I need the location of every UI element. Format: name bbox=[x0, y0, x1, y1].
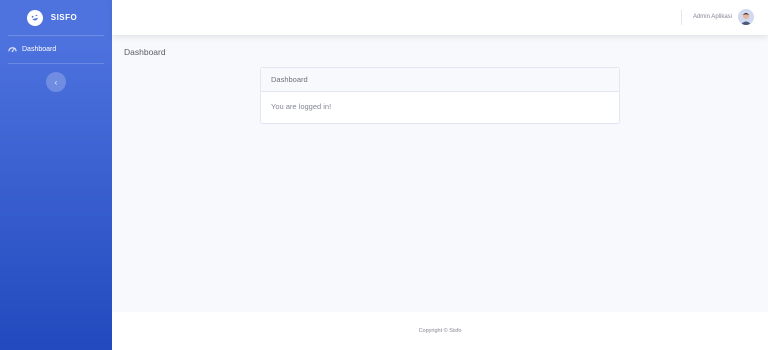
sidebar: SISFO Dashboard ‹ bbox=[0, 0, 112, 350]
sidebar-toggle-button[interactable]: ‹ bbox=[46, 72, 66, 92]
sidebar-brand[interactable]: SISFO bbox=[0, 0, 112, 35]
topbar-divider bbox=[681, 10, 682, 25]
topbar: Admin Aplikasi bbox=[112, 0, 768, 35]
card-header: Dashboard bbox=[261, 68, 619, 92]
user-dropdown[interactable]: Admin Aplikasi bbox=[693, 9, 754, 25]
card-body: You are logged in! bbox=[271, 102, 332, 111]
footer: Copyright © Sisfo bbox=[112, 312, 768, 350]
avatar bbox=[738, 9, 754, 25]
sidebar-divider bbox=[8, 63, 104, 64]
brand-name: SISFO bbox=[50, 13, 78, 22]
sidebar-toggle-wrap: ‹ bbox=[0, 72, 112, 92]
sidebar-item-label: Dashboard bbox=[22, 46, 57, 53]
laugh-wink-icon bbox=[24, 7, 45, 28]
dashboard-card: Dashboard You are logged in! bbox=[260, 67, 620, 124]
dashboard-icon bbox=[8, 45, 17, 54]
page-title: Dashboard bbox=[124, 47, 166, 57]
copyright-text: Copyright © Sisfo bbox=[418, 328, 462, 334]
chevron-left-icon: ‹ bbox=[54, 77, 58, 87]
user-name: Admin Aplikasi bbox=[692, 14, 732, 20]
sidebar-item-dashboard[interactable]: Dashboard bbox=[0, 36, 112, 63]
